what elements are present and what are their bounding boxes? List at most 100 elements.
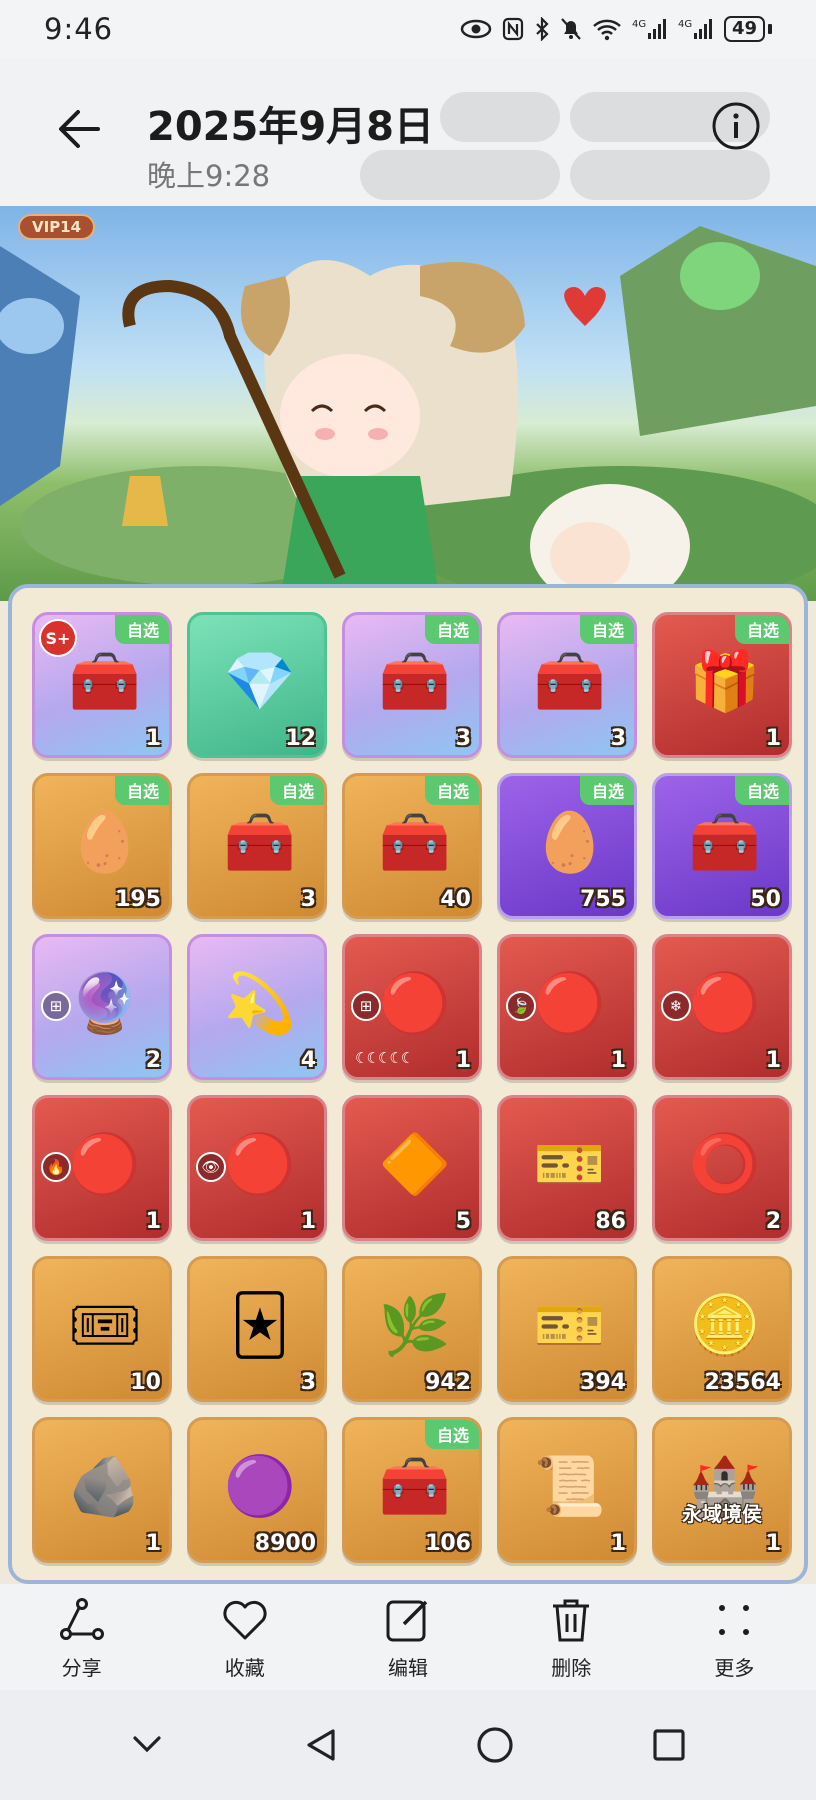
share-icon bbox=[59, 1597, 104, 1640]
item-icon: 🧰 bbox=[378, 646, 452, 715]
viewer-header: 2025年9月8日 晚上9:28 bbox=[0, 58, 816, 206]
inventory-item[interactable]: 🎫 86 bbox=[497, 1095, 637, 1241]
inventory-item[interactable]: 🥚 自选 755 bbox=[497, 773, 637, 919]
inventory-item[interactable]: 🧰 自选 3 bbox=[342, 612, 482, 758]
system-nav-bar bbox=[0, 1690, 816, 1800]
inventory-item[interactable]: 🔴 🍃 1 bbox=[497, 934, 637, 1080]
item-count: 3 bbox=[300, 1370, 316, 1395]
edit-button[interactable]: 编辑 bbox=[326, 1584, 489, 1690]
element-icon: 🍃 bbox=[506, 991, 536, 1021]
item-icon: 🔶 bbox=[378, 1129, 452, 1198]
optional-choice-tag: 自选 bbox=[424, 776, 479, 805]
item-icon: 🎫 bbox=[533, 1290, 607, 1359]
item-count: 1 bbox=[145, 1209, 161, 1234]
item-count: 5 bbox=[455, 1209, 471, 1234]
inventory-item[interactable]: 🪨 1 bbox=[32, 1417, 172, 1563]
inventory-item[interactable]: 💎 12 bbox=[187, 612, 327, 758]
inventory-item[interactable]: 🧰 自选 3 bbox=[187, 773, 327, 919]
inventory-item[interactable]: 🧰 自选 40 bbox=[342, 773, 482, 919]
item-count: 195 bbox=[115, 887, 161, 912]
rank-badge: S+ bbox=[39, 619, 77, 657]
item-icon: 🥚 bbox=[68, 807, 142, 876]
banner-scene bbox=[0, 226, 816, 601]
inventory-item[interactable]: 🔮 ⊞ 2 bbox=[32, 934, 172, 1080]
trash-icon bbox=[553, 1599, 590, 1641]
inventory-item[interactable]: 🃏 3 bbox=[187, 1256, 327, 1402]
inventory-item[interactable]: 🎁 自选 1 bbox=[652, 612, 792, 758]
share-button[interactable]: 分享 bbox=[0, 1584, 163, 1690]
item-caption: 永域境侯 bbox=[682, 1502, 762, 1526]
more-button[interactable]: 更多 bbox=[653, 1584, 816, 1690]
favorite-button[interactable]: 收藏 bbox=[163, 1584, 326, 1690]
arrow-left-icon bbox=[59, 110, 100, 148]
item-count: 10 bbox=[130, 1370, 161, 1395]
inventory-item[interactable]: 🧰 自选 50 bbox=[652, 773, 792, 919]
inventory-item[interactable]: 🎫 394 bbox=[497, 1256, 637, 1402]
item-count: 1 bbox=[765, 1531, 781, 1556]
item-icon: 🧰 bbox=[223, 807, 297, 876]
optional-choice-tag: 自选 bbox=[114, 776, 169, 805]
info-icon bbox=[712, 102, 760, 150]
inventory-item[interactable]: 🔴 🔥 1 bbox=[32, 1095, 172, 1241]
optional-choice-tag: 自选 bbox=[579, 776, 634, 805]
nav-recents-button[interactable] bbox=[639, 1715, 699, 1775]
inventory-item[interactable]: 💫 4 bbox=[187, 934, 327, 1080]
item-icon: 🧰 bbox=[378, 1451, 452, 1520]
item-icon: 📜 bbox=[533, 1451, 607, 1520]
item-count: 394 bbox=[580, 1370, 626, 1395]
nav-home-button[interactable] bbox=[465, 1715, 525, 1775]
item-icon: 🥚 bbox=[533, 807, 607, 876]
inventory-item[interactable]: ⭕ 2 bbox=[652, 1095, 792, 1241]
inventory-item[interactable]: 📜 1 bbox=[497, 1417, 637, 1563]
item-icon: 🃏 bbox=[230, 1291, 290, 1359]
item-count: 86 bbox=[595, 1209, 626, 1234]
inventory-item[interactable]: 🌿 942 bbox=[342, 1256, 482, 1402]
action-bar: 分享 收藏 编辑 删除 更多 bbox=[0, 1584, 816, 1690]
item-icon: 💫 bbox=[223, 968, 297, 1037]
status-icons: 4G 4G 49 bbox=[460, 16, 772, 42]
item-count: 2 bbox=[765, 1209, 781, 1234]
inventory-item[interactable]: 🟣 8900 bbox=[187, 1417, 327, 1563]
item-icon: 🎟 bbox=[68, 1290, 142, 1359]
item-icon: 🧰 bbox=[688, 807, 762, 876]
nav-collapse-button[interactable] bbox=[117, 1715, 177, 1775]
star-rating: ☾☾☾☾☾ bbox=[355, 1049, 414, 1067]
status-bar: 9:46 4G 4G 49 bbox=[0, 0, 816, 58]
inventory-item[interactable]: 🔶 5 bbox=[342, 1095, 482, 1241]
svg-text:4G: 4G bbox=[632, 19, 646, 30]
inventory-item[interactable]: 🧰 自选 3 bbox=[497, 612, 637, 758]
item-icon: 🌿 bbox=[378, 1290, 452, 1359]
item-count: 12 bbox=[285, 726, 316, 751]
inventory-item[interactable]: 🧰 自选 106 bbox=[342, 1417, 482, 1563]
inventory-item[interactable]: 🥚 自选 195 bbox=[32, 773, 172, 919]
inventory-item[interactable]: 🎟 10 bbox=[32, 1256, 172, 1402]
element-icon: ⊞ bbox=[351, 991, 381, 1021]
inventory-item[interactable]: 🔴 👁 1 bbox=[187, 1095, 327, 1241]
item-icon: 🪨 bbox=[68, 1451, 142, 1520]
item-icon: 🧰 bbox=[533, 646, 607, 715]
inventory-item[interactable]: 🪙 23564 bbox=[652, 1256, 792, 1402]
info-button[interactable] bbox=[710, 100, 762, 152]
nav-back-button[interactable] bbox=[291, 1715, 351, 1775]
wifi-icon bbox=[592, 17, 622, 41]
item-count: 1 bbox=[300, 1209, 316, 1234]
bluetooth-icon bbox=[534, 17, 550, 41]
delete-button[interactable]: 删除 bbox=[490, 1584, 653, 1690]
item-icon: 🎁 bbox=[688, 646, 762, 715]
share-label: 分享 bbox=[61, 1655, 102, 1680]
recents-square-icon bbox=[653, 1729, 685, 1761]
eye-icon bbox=[460, 18, 492, 40]
item-count: 1 bbox=[610, 1531, 626, 1556]
character-banner: VIP14 bbox=[0, 206, 816, 601]
inventory-item[interactable]: 🔴 ❄ 1 bbox=[652, 934, 792, 1080]
back-button[interactable] bbox=[52, 104, 112, 154]
optional-choice-tag: 自选 bbox=[734, 615, 789, 644]
item-count: 4 bbox=[300, 1048, 316, 1073]
inventory-item[interactable]: 🏰 永域境侯 1 bbox=[652, 1417, 792, 1563]
inventory-item[interactable]: 🔴 ⊞ ☾☾☾☾☾ 1 bbox=[342, 934, 482, 1080]
item-count: 942 bbox=[425, 1370, 471, 1395]
item-count: 3 bbox=[455, 726, 471, 751]
inventory-item[interactable]: 🧰 自选 S+ 1 bbox=[32, 612, 172, 758]
inventory-panel: 🧰 自选 S+ 1 💎 12 🧰 自选 3 🧰 自选 3 🎁 自选 1 🥚 自选 195 🧰 自选 3 🧰 自选 40 🥚 自选 7… bbox=[8, 584, 808, 1584]
element-icon: 🔥 bbox=[41, 1152, 71, 1182]
